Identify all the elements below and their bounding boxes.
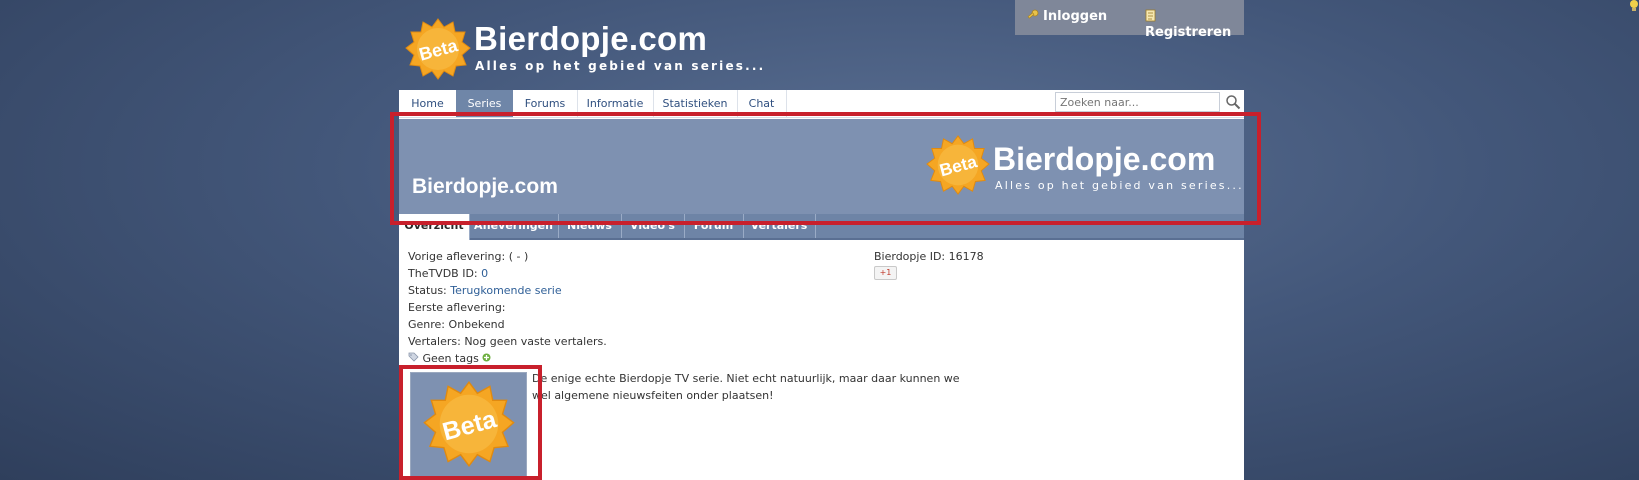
search-input[interactable] <box>1055 92 1220 112</box>
first-episode: Eerste aflevering: <box>408 301 506 314</box>
add-tag-icon[interactable] <box>482 353 491 362</box>
banner-highlight-box <box>390 112 1261 225</box>
register-link[interactable]: Registreren <box>1145 9 1244 40</box>
tags-row: Geen tags <box>408 352 491 365</box>
translators: Vertalers: Nog geen vaste vertalers. <box>408 335 607 348</box>
register-label: Registreren <box>1145 25 1232 40</box>
previous-episode-label: Vorige aflevering: <box>408 250 506 263</box>
previous-episode-value: ( - ) <box>508 250 529 263</box>
genre: Genre: Onbekend <box>408 318 505 331</box>
login-link[interactable]: Inloggen <box>1027 9 1107 24</box>
tvdb-id-link[interactable]: 0 <box>481 267 488 280</box>
search-icon[interactable] <box>1225 94 1241 110</box>
tag-icon <box>408 352 419 362</box>
previous-episode: Vorige aflevering: ( - ) <box>408 250 528 263</box>
login-label: Inloggen <box>1043 9 1108 24</box>
status-label: Status: <box>408 284 447 297</box>
tvdb-id: TheTVDB ID: 0 <box>408 267 488 280</box>
auth-bar: Inloggen Registreren <box>1015 0 1244 40</box>
translators-label: Vertalers: <box>408 335 461 348</box>
first-episode-label: Eerste aflevering: <box>408 301 506 314</box>
key-icon <box>1027 9 1039 19</box>
translators-value: Nog geen vaste vertalers. <box>464 335 607 348</box>
beta-badge-icon[interactable]: Beta <box>405 17 471 81</box>
google-plus-button[interactable]: +1 <box>874 266 897 280</box>
bierdopje-id-label: Bierdopje ID: <box>874 250 946 263</box>
tvdb-id-label: TheTVDB ID: <box>408 267 478 280</box>
genre-label: Genre: <box>408 318 446 331</box>
lightbulb-icon[interactable] <box>1629 0 1639 12</box>
site-logo-title[interactable]: Bierdopje.com <box>474 20 707 58</box>
register-icon <box>1145 9 1156 22</box>
thumbnail-highlight-box <box>399 365 542 480</box>
site-logo-subtitle: Alles op het gebied van series... <box>475 59 766 73</box>
status-link[interactable]: Terugkomende serie <box>450 284 561 297</box>
genre-value: Onbekend <box>448 318 505 331</box>
bierdopje-id: Bierdopje ID: 16178 <box>874 250 984 263</box>
tags-label: Geen tags <box>422 352 479 365</box>
series-description: De enige echte Bierdopje TV serie. Niet … <box>532 372 960 402</box>
bierdopje-id-value: 16178 <box>948 250 984 263</box>
main-panel: Home Series Forums Informatie Statistiek… <box>390 90 1261 480</box>
series-status: Status: Terugkomende serie <box>408 284 562 297</box>
